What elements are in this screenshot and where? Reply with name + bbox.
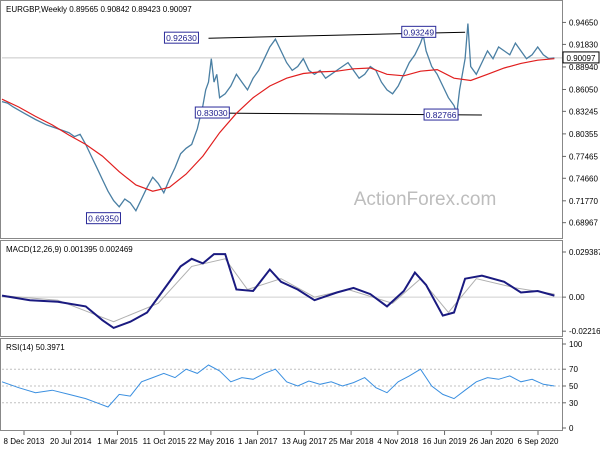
price-annotation: 0.69350 [85,212,121,225]
macd-y-tick-label: 0.00 [569,293,585,302]
last-price-text: 0.90097 [567,54,596,63]
rsi-layer [1,364,562,408]
price-title-close: 0.90097 [163,5,192,14]
macd-y-tick-label: 0.029387 [569,248,600,257]
price-title: EURGBP,Weekly 0.89565 0.90842 0.89423 0.… [6,5,192,14]
x-tick-label: 22 May 2016 [188,437,235,446]
price-y-tick-label: 0.88940 [569,63,598,72]
rsi-y-tick-label: 70 [569,365,578,374]
macd-layer [1,253,562,330]
price-annotation-label: 0.92630 [166,33,197,43]
price-title-high: 0.90842 [100,5,129,14]
price-annotation: 0.92630 [163,31,199,44]
price-annotation: 0.83030 [194,106,230,119]
price-y-tick-label: 0.74660 [569,174,598,183]
x-tick-label: 4 Nov 2018 [377,437,418,446]
price-y-tick-label: 0.71770 [569,197,598,206]
watermark: ActionForex.com [354,189,497,210]
price-annotation: 0.93249 [401,25,437,38]
rsi-y-tick-label: 100 [569,340,583,349]
x-tick-label: 13 Aug 2017 [282,437,327,446]
price-series [1,23,555,212]
x-tick-label: 1 Mar 2015 [97,437,138,446]
x-tick-label: 11 Oct 2015 [143,437,187,446]
eurgbp-chart: ActionForex.com EURGBP,Weekly 0.89565 0.… [0,0,600,446]
price-title-low: 0.89423 [132,5,161,14]
price-annotation-label: 0.83030 [197,108,228,118]
rsi-y-tick-label: 50 [569,382,578,391]
macd-panel-frame [0,240,563,337]
price-y-tick-label: 0.83245 [569,107,598,116]
macd-title: MACD(12,26,9) 0.001395 0.002469 [6,245,133,254]
macd-y-tick-label: -0.022161 [569,327,600,336]
x-tick-label: 16 Jun 2019 [423,437,468,446]
price-y-tick-label: 0.94650 [569,18,598,27]
rsi-panel-frame [0,338,563,431]
macd-series [1,253,555,330]
price-title-symbol: EURGBP,Weekly [6,5,67,14]
rsi-y-tick-label: 0 [569,424,574,433]
price-title-open: 0.89565 [69,5,98,14]
x-tick-label: 1 Jan 2017 [238,437,278,446]
moving-average-series [1,58,555,192]
x-tick-label: 25 Mar 2018 [329,437,374,446]
price-annotation-label: 0.93249 [403,27,434,37]
axis-layer: 0.94650 0.91830 0.88940 0.86050 0.83245 0.803… [4,18,600,446]
price-y-tick-label: 0.68967 [569,219,598,228]
price-annotation: 0.82766 [423,108,459,121]
x-tick-label: 26 Jan 2020 [469,437,514,446]
price-y-tick-label: 0.86050 [569,85,598,94]
rsi-title: RSI(14) 50.3971 [6,343,65,352]
price-y-tick-label: 0.91830 [569,40,598,49]
price-y-tick-label: 0.77465 [569,152,598,161]
last-price-label: 0.90097 [562,51,600,64]
price-annotation-label: 0.82766 [426,110,457,120]
macd-signal-series [1,258,555,323]
price-y-tick-label: 0.80355 [569,130,598,139]
x-tick-label: 20 Jul 2014 [50,437,92,446]
price-annotation-label: 0.69350 [88,214,119,224]
rsi-y-tick-label: 30 [569,399,578,408]
x-tick-label: 6 Sep 2020 [518,437,559,446]
x-tick-label: 8 Dec 2013 [4,437,45,446]
